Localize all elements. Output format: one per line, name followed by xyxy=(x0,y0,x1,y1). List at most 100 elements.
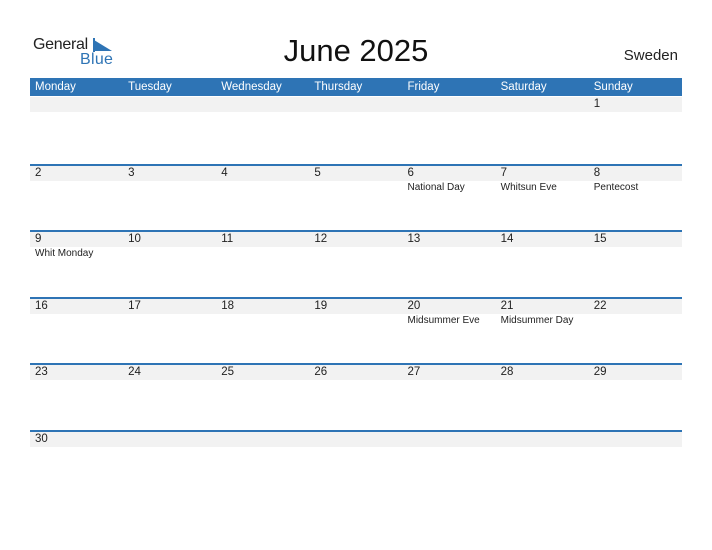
day-number: 9 xyxy=(35,233,42,246)
weekday-thursday: Thursday xyxy=(314,81,363,93)
weekday-tuesday: Tuesday xyxy=(128,81,172,93)
day-number: 17 xyxy=(128,299,141,312)
day-number: 16 xyxy=(35,299,48,312)
day-number xyxy=(594,432,682,447)
day-number: 20 xyxy=(407,299,421,312)
day-cell: 18 xyxy=(216,299,309,364)
day-cell xyxy=(403,97,496,164)
page-title: June 2025 xyxy=(283,33,429,68)
day-number xyxy=(501,97,589,112)
day-cell: 6 National Day xyxy=(403,166,496,231)
day-cell xyxy=(216,97,309,164)
day-number xyxy=(314,97,402,112)
day-number xyxy=(314,432,402,447)
day-cell: 14 xyxy=(496,232,589,297)
day-cell xyxy=(123,97,216,164)
day-number xyxy=(221,432,309,447)
day-number: 13 xyxy=(407,233,421,246)
day-number xyxy=(35,97,123,112)
weekday-friday: Friday xyxy=(407,81,440,93)
weekday-sunday: Sunday xyxy=(593,81,633,93)
weekday-monday: Monday xyxy=(35,81,76,93)
day-number: 8 xyxy=(593,166,601,179)
day-cell: 28 xyxy=(496,365,589,430)
day-number: 2 xyxy=(35,166,42,179)
day-cell xyxy=(123,432,216,497)
day-cell: 20 Midsummer Eve xyxy=(403,299,496,364)
day-cell: 15 xyxy=(589,232,682,297)
day-cell: 3 xyxy=(123,166,216,231)
day-cell xyxy=(496,97,589,164)
weekday-header: Monday Tuesday Wednesday Thursday Friday… xyxy=(30,78,682,96)
holiday-label: Whitsun Eve xyxy=(500,181,557,193)
day-number: 28 xyxy=(500,366,514,379)
holiday-label: Pentecost xyxy=(593,181,639,193)
calendar-grid: 1 2 3 4 5 6 National Day 7 Whitsun Eve 8 Pentecost… xyxy=(30,97,682,497)
day-cell: 10 xyxy=(123,232,216,297)
day-cell: 17 xyxy=(123,299,216,364)
day-number xyxy=(408,97,496,112)
day-cell: 2 xyxy=(30,166,123,231)
day-number: 27 xyxy=(407,366,421,379)
day-number: 29 xyxy=(593,366,607,379)
day-number: 18 xyxy=(221,299,235,312)
day-number: 7 xyxy=(500,166,508,179)
holiday-label: Whit Monday xyxy=(35,248,94,260)
day-cell: 9 Whit Monday xyxy=(30,232,123,297)
day-cell: 21 Midsummer Day xyxy=(496,299,589,364)
day-cell: 11 xyxy=(216,232,309,297)
weekday-saturday: Saturday xyxy=(500,81,547,93)
day-cell: 12 xyxy=(309,232,402,297)
day-number: 30 xyxy=(35,432,48,445)
day-number: 14 xyxy=(500,233,514,246)
day-cell: 16 xyxy=(30,299,123,364)
week-row: 9 Whit Monday 10 11 12 13 14 15 xyxy=(30,230,682,297)
week-row: 23 24 25 26 27 28 29 xyxy=(30,363,682,430)
day-cell: 7 Whitsun Eve xyxy=(496,166,589,231)
day-number: 22 xyxy=(593,299,607,312)
day-cell xyxy=(309,432,402,497)
day-number: 24 xyxy=(128,366,141,379)
week-row: 1 xyxy=(30,97,682,164)
holiday-label: Midsummer Day xyxy=(500,314,574,326)
day-number: 5 xyxy=(314,166,321,179)
holiday-label: National Day xyxy=(407,181,465,193)
day-number xyxy=(128,97,216,112)
day-number: 26 xyxy=(314,366,328,379)
week-row: 2 3 4 5 6 National Day 7 Whitsun Eve 8 Pentecost xyxy=(30,163,682,231)
day-number: 25 xyxy=(221,366,235,379)
weekday-wednesday: Wednesday xyxy=(221,81,282,93)
day-cell xyxy=(30,97,123,164)
day-number: 15 xyxy=(593,233,607,246)
day-cell xyxy=(496,432,589,497)
day-cell: 25 xyxy=(216,365,309,430)
day-number: 3 xyxy=(128,166,135,179)
day-cell xyxy=(309,97,402,164)
day-cell: 8 Pentecost xyxy=(589,166,682,231)
day-cell: 23 xyxy=(30,365,123,430)
day-number: 10 xyxy=(128,233,141,246)
day-cell: 4 xyxy=(216,166,309,231)
day-number: 1 xyxy=(593,98,601,110)
country-label: Sweden xyxy=(623,47,678,64)
day-number: 12 xyxy=(314,233,328,246)
day-number: 19 xyxy=(314,299,328,312)
day-cell: 27 xyxy=(403,365,496,430)
day-number: 11 xyxy=(221,233,234,246)
day-number: 4 xyxy=(221,166,228,179)
day-cell: 30 xyxy=(30,432,123,497)
week-row: 16 17 18 19 20 Midsummer Eve 21 Midsummer Day 22 xyxy=(30,296,682,364)
day-number xyxy=(221,97,309,112)
day-number: 6 xyxy=(407,166,414,179)
day-cell: 22 xyxy=(589,299,682,364)
day-cell: 1 xyxy=(589,97,682,164)
day-number xyxy=(501,432,589,447)
day-cell xyxy=(216,432,309,497)
day-number xyxy=(128,432,216,447)
week-row: 30 xyxy=(30,429,682,497)
day-cell: 13 xyxy=(403,232,496,297)
day-cell: 5 xyxy=(309,166,402,231)
day-cell xyxy=(403,432,496,497)
holiday-label: Midsummer Eve xyxy=(407,314,480,326)
day-number xyxy=(408,432,496,447)
